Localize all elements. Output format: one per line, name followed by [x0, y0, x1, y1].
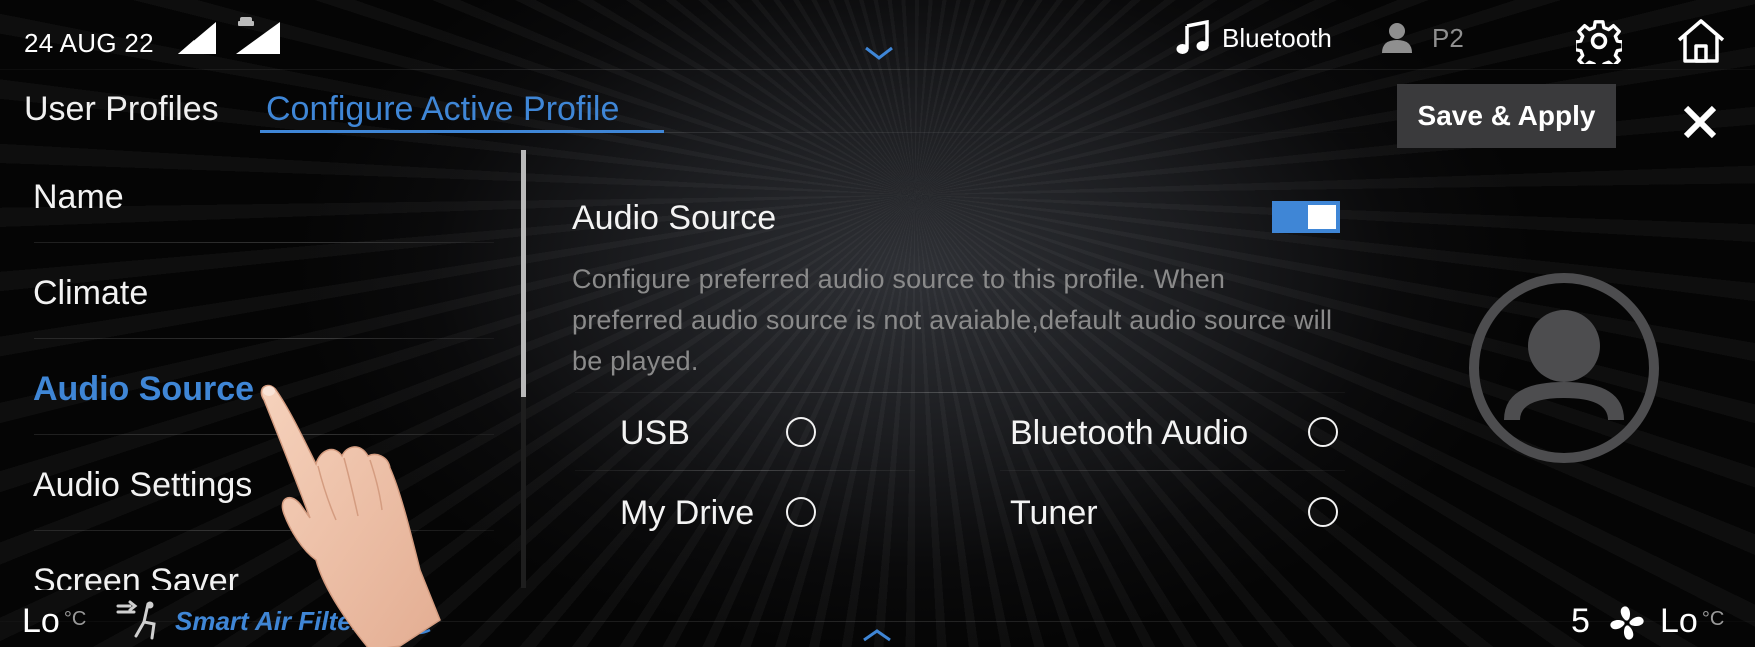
left-temp-value: Lo — [22, 602, 60, 640]
toggle-knob — [1308, 205, 1336, 229]
chevron-down-icon[interactable] — [864, 45, 894, 61]
person-icon — [1382, 23, 1412, 53]
option-tuner-label[interactable]: Tuner — [1010, 494, 1098, 533]
profile-label: P2 — [1432, 22, 1464, 53]
active-profile-indicator[interactable]: P2 — [1380, 18, 1464, 58]
chevron-up-icon[interactable] — [862, 628, 892, 642]
audio-source-toggle[interactable] — [1272, 201, 1340, 233]
profile-avatar-icon — [1469, 273, 1659, 463]
status-divider — [0, 69, 1755, 70]
tab-configure-active-profile[interactable]: Configure Active Profile — [266, 90, 619, 129]
option-my-drive-label[interactable]: My Drive — [620, 494, 754, 533]
menu-item-climate[interactable]: Climate — [33, 274, 148, 313]
left-temperature[interactable]: Lo °C — [22, 602, 86, 641]
option-bluetooth-audio-radio[interactable] — [1308, 417, 1338, 447]
audio-source-description: Configure preferred audio source to this… — [572, 264, 1333, 376]
option-bluetooth-audio-label[interactable]: Bluetooth Audio — [1010, 414, 1248, 453]
menu-item-audio-source[interactable]: Audio Source — [33, 370, 254, 409]
right-temp-unit: °C — [1701, 608, 1725, 630]
menu-separator — [34, 242, 494, 243]
left-temp-unit: °C — [63, 608, 87, 630]
active-tab-underline — [260, 130, 664, 133]
tap-hand-icon — [260, 384, 441, 647]
option-divider — [1000, 470, 1345, 471]
option-divider — [575, 392, 1345, 393]
option-usb-label[interactable]: USB — [620, 414, 690, 453]
gear-icon[interactable] — [1576, 18, 1622, 64]
car-signal-icon — [236, 17, 280, 54]
menu-item-name[interactable]: Name — [33, 178, 124, 217]
menu-separator — [34, 338, 494, 339]
right-temperature[interactable]: Lo °C — [1660, 602, 1724, 641]
fan-icon[interactable] — [1608, 604, 1646, 642]
infotainment-screen: 24 AUG 22 Bluetooth P2 User Profiles Con… — [0, 0, 1755, 647]
right-temp-value: Lo — [1660, 602, 1698, 640]
close-icon[interactable] — [1680, 102, 1720, 142]
option-my-drive-radio[interactable] — [786, 497, 816, 527]
home-icon[interactable] — [1676, 18, 1726, 64]
tab-user-profiles[interactable]: User Profiles — [24, 90, 219, 129]
option-tuner-radio[interactable] — [1308, 497, 1338, 527]
media-source-label: Bluetooth — [1222, 22, 1332, 53]
menu-scrollbar-thumb[interactable] — [521, 150, 526, 397]
date-display: 24 AUG 22 — [24, 28, 154, 58]
option-usb-radio[interactable] — [786, 417, 816, 447]
cellular-signal-icon — [178, 22, 216, 54]
menu-item-audio-settings[interactable]: Audio Settings — [33, 466, 252, 505]
media-source-indicator[interactable]: Bluetooth — [1176, 20, 1332, 56]
save-apply-button[interactable]: Save & Apply — [1397, 84, 1616, 148]
audio-source-heading: Audio Source — [572, 199, 777, 237]
menu-item-screen-saver[interactable]: Screen Saver — [33, 562, 239, 590]
seat-airflow-icon[interactable] — [114, 600, 162, 640]
fan-speed-value[interactable]: 5 — [1571, 602, 1590, 641]
option-divider — [575, 470, 915, 471]
music-note-icon — [1176, 20, 1209, 54]
tab-divider — [664, 132, 1384, 133]
